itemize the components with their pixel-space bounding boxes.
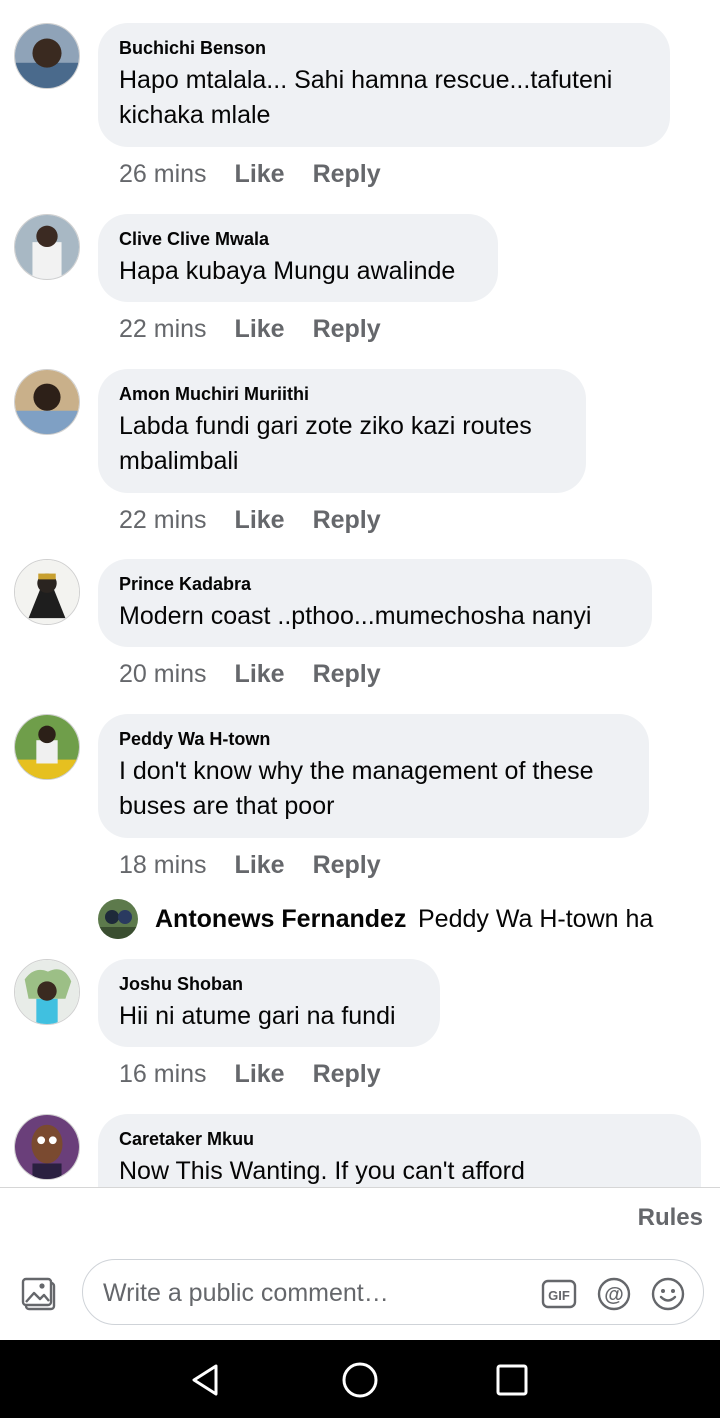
avatar[interactable]	[14, 369, 80, 435]
comment-bubble: Joshu Shoban Hii ni atume gari na fundi	[98, 959, 440, 1047]
avatar[interactable]	[98, 899, 138, 939]
like-button[interactable]: Like	[235, 505, 285, 535]
reply-button[interactable]: Reply	[313, 659, 381, 689]
reply-preview[interactable]: Antonews Fernandez Peddy Wa H-town ha	[98, 897, 708, 941]
comment-author[interactable]: Buchichi Benson	[119, 37, 648, 59]
android-nav-bar	[0, 1340, 720, 1418]
reply-text: Peddy Wa H-town ha	[418, 905, 654, 933]
like-button[interactable]: Like	[235, 159, 285, 189]
comment-bubble: Amon Muchiri Muriithi Labda fundi gari z…	[98, 369, 586, 493]
comment-text: Hii ni atume gari na fundi	[119, 1002, 396, 1030]
rules-link[interactable]: Rules	[638, 1204, 703, 1232]
back-nav-icon[interactable]	[186, 1360, 226, 1400]
comment-author[interactable]: Amon Muchiri Muriithi	[119, 383, 564, 405]
comment-time: 22 mins	[119, 315, 207, 343]
reply-button[interactable]: Reply	[313, 159, 381, 189]
comment-text: I don't know why the management of these…	[119, 757, 594, 820]
comment-author[interactable]: Caretaker Mkuu	[119, 1128, 679, 1150]
comment-actions: 20 mins Like Reply	[119, 659, 409, 689]
emoji-icon[interactable]	[650, 1276, 686, 1312]
avatar[interactable]	[14, 23, 80, 89]
comment-bubble: Buchichi Benson Hapo mtalala... Sahi ham…	[98, 23, 670, 147]
comment-actions: 16 mins Like Reply	[119, 1059, 409, 1089]
comment-text: Now This Wanting. If you can't afford	[119, 1157, 525, 1185]
comment-text: Labda fundi gari zote ziko kazi routes m…	[119, 412, 532, 475]
like-button[interactable]: Like	[235, 659, 285, 689]
comment-bubble: Peddy Wa H-town I don't know why the man…	[98, 714, 649, 838]
avatar[interactable]	[14, 959, 80, 1025]
comment-time: 26 mins	[119, 160, 207, 188]
comment-actions: 22 mins Like Reply	[119, 505, 409, 535]
comment-composer[interactable]: GIF @	[82, 1259, 704, 1325]
comments-feed[interactable]: Buchichi Benson Hapo mtalala... Sahi ham…	[0, 0, 720, 1188]
avatar[interactable]	[14, 214, 80, 280]
comment-time: 18 mins	[119, 851, 207, 879]
comment-bubble: Prince Kadabra Modern coast ..pthoo...mu…	[98, 559, 652, 647]
comment-input[interactable]	[101, 1272, 525, 1314]
comment-text: Modern coast ..pthoo...mumechosha nanyi	[119, 602, 592, 630]
comment-bubble: Caretaker Mkuu Now This Wanting. If you …	[98, 1114, 701, 1188]
comment-time: 22 mins	[119, 506, 207, 534]
photo-icon[interactable]	[20, 1274, 60, 1314]
svg-text:@: @	[604, 1284, 624, 1306]
comment-time: 16 mins	[119, 1060, 207, 1088]
reply-button[interactable]: Reply	[313, 850, 381, 880]
comment-actions: 22 mins Like Reply	[119, 314, 409, 344]
like-button[interactable]: Like	[235, 314, 285, 344]
comment-author[interactable]: Joshu Shoban	[119, 973, 418, 995]
comment-text: Hapa kubaya Mungu awalinde	[119, 257, 456, 285]
reply-button[interactable]: Reply	[313, 314, 381, 344]
like-button[interactable]: Like	[235, 850, 285, 880]
svg-text:GIF: GIF	[548, 1288, 570, 1303]
recents-nav-icon[interactable]	[492, 1360, 532, 1400]
comment-author[interactable]: Clive Clive Mwala	[119, 228, 476, 250]
gif-icon[interactable]: GIF	[541, 1276, 577, 1312]
comment-actions: 26 mins Like Reply	[119, 159, 409, 189]
like-button[interactable]: Like	[235, 1059, 285, 1089]
comment-author[interactable]: Peddy Wa H-town	[119, 728, 627, 750]
mention-icon[interactable]: @	[596, 1276, 632, 1312]
comment-time: 20 mins	[119, 660, 207, 688]
home-nav-icon[interactable]	[340, 1360, 380, 1400]
composer-divider	[0, 1187, 720, 1188]
comment-actions: 18 mins Like Reply	[119, 850, 409, 880]
avatar[interactable]	[14, 559, 80, 625]
reply-button[interactable]: Reply	[313, 1059, 381, 1089]
comment-text: Hapo mtalala... Sahi hamna rescue...tafu…	[119, 66, 613, 129]
avatar[interactable]	[14, 1114, 80, 1180]
reply-button[interactable]: Reply	[313, 505, 381, 535]
comment-author[interactable]: Prince Kadabra	[119, 573, 630, 595]
comment-bubble: Clive Clive Mwala Hapa kubaya Mungu awal…	[98, 214, 498, 302]
reply-author[interactable]: Antonews Fernandez	[155, 905, 406, 934]
avatar[interactable]	[14, 714, 80, 780]
